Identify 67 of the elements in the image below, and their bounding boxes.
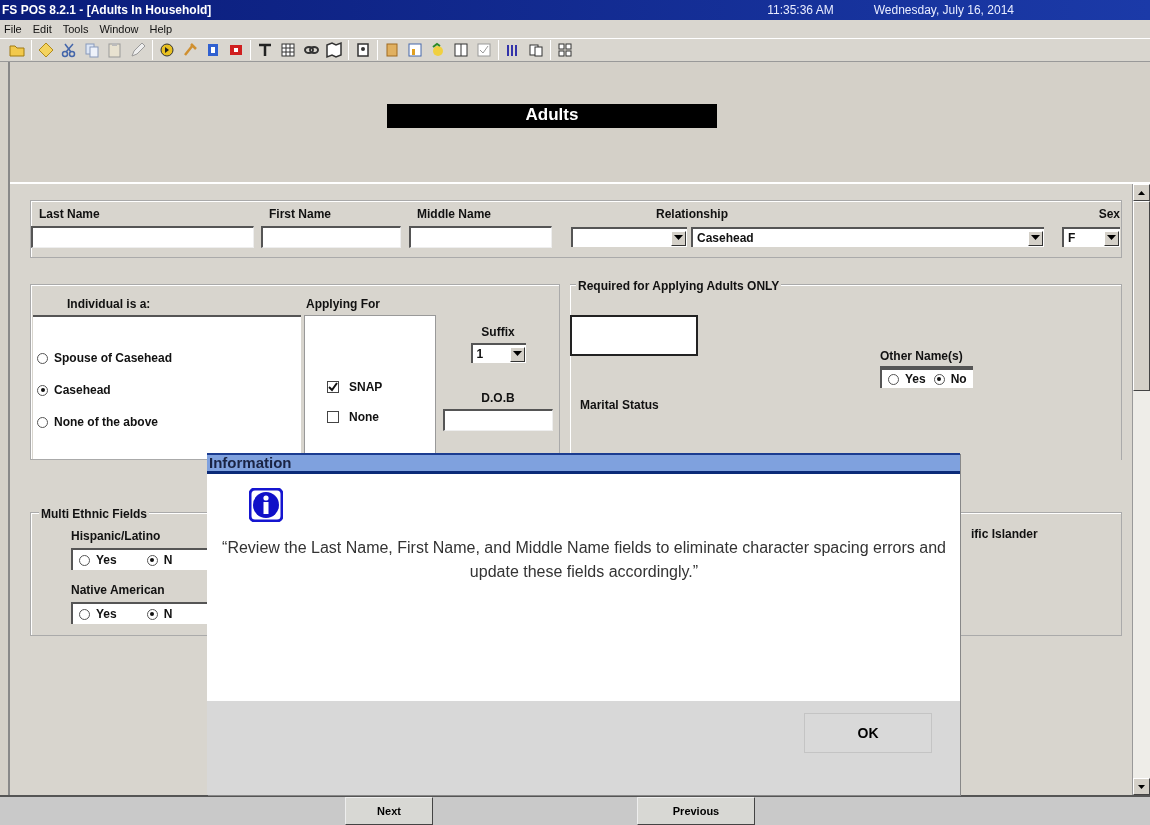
relationship-dropdown[interactable]: Casehead (691, 227, 1044, 247)
grid-icon[interactable] (279, 41, 297, 59)
group-label: Individual is a: (67, 297, 151, 311)
caret-icon (671, 230, 686, 246)
dropdown[interactable] (571, 227, 687, 247)
input-field[interactable] (570, 315, 698, 356)
menu-item[interactable]: Window (99, 20, 139, 38)
dialog-title: Information (207, 453, 960, 474)
radio-option[interactable]: Casehead (37, 381, 301, 399)
window-icon[interactable] (452, 41, 470, 59)
previous-button[interactable]: Previous (637, 797, 755, 825)
field-label: Marital Status (580, 398, 659, 412)
check-form-icon[interactable] (475, 41, 493, 59)
dialog-message: “Review the Last Name, First Name, and Middle Name fields to eliminate character spacing errors and update these fields accordingly.” (221, 538, 947, 582)
chart-icon[interactable] (406, 41, 424, 59)
scroll-down-button[interactable] (1133, 778, 1150, 795)
checkbox-option[interactable]: SNAP (327, 378, 435, 396)
date-field[interactable] (443, 409, 553, 431)
field-label: Suffix (481, 324, 515, 341)
window-title: FS POS 8.2.1 - [Adults In Household] (2, 2, 212, 19)
page-heading: Adults (387, 104, 717, 128)
down-arrow-icon (1138, 784, 1145, 789)
radio-option[interactable]: Spouse of Casehead (37, 349, 301, 367)
scissors-icon[interactable] (60, 41, 78, 59)
field-label: Hispanic/Latino (71, 528, 161, 545)
field-label: Last Name (39, 206, 100, 223)
sex-dropdown[interactable]: F (1062, 227, 1120, 247)
field-label: Relationship (656, 206, 728, 223)
radio-option[interactable]: Yes (888, 370, 926, 388)
next-button[interactable]: Next (345, 797, 433, 825)
date-text: Wednesday, July 16, 2014 (873, 2, 1014, 19)
map-icon[interactable] (325, 41, 343, 59)
radio-option[interactable]: N (146, 605, 173, 623)
caret-icon (1028, 230, 1043, 246)
field-label: Native American (71, 582, 165, 599)
menu-item[interactable]: Tools (62, 20, 89, 38)
scroll-up-button[interactable] (1133, 184, 1150, 201)
input-field[interactable] (31, 226, 254, 248)
radio-option[interactable]: Yes (79, 605, 117, 623)
checkbox-option[interactable]: None (327, 408, 435, 426)
caret-icon (509, 346, 525, 362)
scroll-thumb[interactable] (1133, 201, 1150, 391)
ok-button[interactable]: OK (804, 713, 932, 753)
clock-time: 11:35:36 AM (767, 2, 834, 19)
menu-item[interactable]: Help (149, 20, 173, 38)
tiles-icon[interactable] (556, 41, 574, 59)
menu-item[interactable]: Edit (32, 20, 52, 38)
caret-icon (1104, 230, 1119, 246)
clipboard-icon[interactable] (106, 41, 124, 59)
info-icon (249, 488, 283, 522)
checkmark-icon (328, 382, 338, 392)
field-label: ific Islander (971, 526, 1038, 543)
input-field[interactable] (409, 226, 552, 248)
radio-option[interactable]: None of the above (37, 413, 301, 431)
pages-icon[interactable] (527, 41, 545, 59)
up-arrow-icon (1138, 190, 1145, 195)
radio-option[interactable]: N (146, 551, 173, 569)
field-label: Middle Name (417, 206, 491, 223)
menu-item[interactable]: File (4, 20, 22, 38)
radio-option[interactable]: No (933, 370, 967, 388)
radio-option[interactable]: Yes (79, 551, 117, 569)
field-label: D.O.B (481, 390, 515, 407)
group-label: Applying For (306, 297, 380, 311)
field-label: First Name (269, 206, 332, 223)
suffix-dropdown[interactable]: 1 (470, 343, 526, 363)
field-label: Sex (1098, 206, 1120, 223)
input-field[interactable] (261, 226, 401, 248)
